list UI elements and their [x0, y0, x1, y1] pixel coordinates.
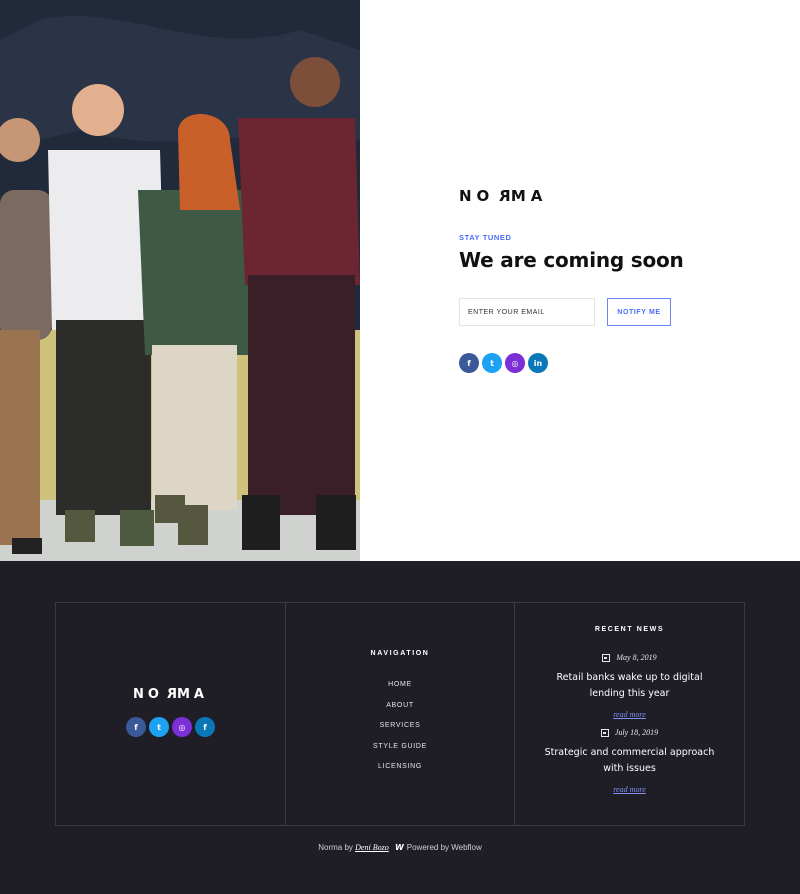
footer-navigation-column: NAVIGATION HOME ABOUT SERVICES STYLE GUI…: [286, 603, 515, 825]
footer-credits: Norma by Deni Bozo W Powered by Webflow: [0, 843, 800, 852]
calendar-icon: [600, 728, 609, 737]
stay-tuned-label: STAY TUNED: [459, 233, 512, 242]
team-photo-illustration: [0, 0, 360, 561]
news-date-text: May 8, 2019: [616, 653, 657, 662]
credits-prefix: Norma by: [318, 843, 353, 852]
news-date-text: July 18, 2019: [614, 728, 659, 737]
twitter-icon[interactable]: t: [482, 353, 502, 373]
notify-form: NOTIFY ME: [459, 298, 759, 326]
norma-logo[interactable]: NORMA: [459, 187, 759, 205]
footer-brand-column: NORMA f t ◎ f: [56, 603, 286, 825]
linkedin-icon[interactable]: in: [528, 353, 548, 373]
read-more-link[interactable]: read more: [613, 710, 646, 719]
footer-social-links: f t ◎ f: [56, 717, 285, 737]
hero-section: NORMA STAY TUNED We are coming soon NOTI…: [0, 0, 800, 561]
news-date: May 8, 2019: [515, 653, 744, 662]
nav-item-about[interactable]: ABOUT: [286, 702, 514, 723]
hero-team-photo: [0, 0, 360, 561]
logo-mirrored-r: R: [494, 187, 511, 205]
logo-mirrored-r: R: [162, 687, 177, 702]
nav-item-style-guide[interactable]: STYLE GUIDE: [286, 743, 514, 764]
nav-item-services[interactable]: SERVICES: [286, 722, 514, 743]
footer-grid: NORMA f t ◎ f NAVIGATION HOME ABOUT SERV…: [55, 602, 745, 826]
recent-news-heading: RECENT NEWS: [594, 626, 665, 633]
coming-soon-panel: NORMA STAY TUNED We are coming soon NOTI…: [459, 187, 759, 373]
hero-social-links: f t ◎ in: [459, 353, 759, 373]
facebook-icon[interactable]: f: [459, 353, 479, 373]
news-date: July 18, 2019: [515, 728, 744, 737]
email-input[interactable]: [459, 298, 595, 326]
facebook-icon[interactable]: f: [195, 717, 215, 737]
news-item: May 8, 2019 Retail banks wake up to digi…: [515, 653, 744, 722]
footer-nav-list: HOME ABOUT SERVICES STYLE GUIDE LICENSIN…: [286, 681, 514, 784]
powered-by-link[interactable]: Powered by Webflow: [407, 843, 482, 852]
footer-norma-logo[interactable]: NORMA: [56, 687, 285, 702]
news-title[interactable]: Strategic and commercial approach with i…: [542, 745, 717, 777]
webflow-icon: W: [394, 843, 404, 852]
calendar-icon: [602, 653, 611, 662]
logo-text-end: MA: [176, 687, 208, 702]
navigation-heading: NAVIGATION: [370, 650, 430, 657]
logo-text-start: NO: [459, 187, 495, 205]
news-item: July 18, 2019 Strategic and commercial a…: [515, 728, 744, 797]
facebook-icon[interactable]: f: [126, 717, 146, 737]
read-more-link[interactable]: read more: [613, 785, 646, 794]
nav-item-licensing[interactable]: LICENSING: [286, 763, 514, 784]
news-title[interactable]: Retail banks wake up to digital lending …: [542, 670, 717, 702]
instagram-icon[interactable]: ◎: [505, 353, 525, 373]
nav-item-home[interactable]: HOME: [286, 681, 514, 702]
logo-text-start: NO: [133, 687, 163, 702]
site-footer: NORMA f t ◎ f NAVIGATION HOME ABOUT SERV…: [0, 561, 800, 894]
logo-text-end: MA: [510, 187, 548, 205]
instagram-icon[interactable]: ◎: [172, 717, 192, 737]
footer-news-column: RECENT NEWS May 8, 2019 Retail banks wak…: [515, 603, 744, 825]
author-link[interactable]: Deni Bozo: [355, 843, 389, 852]
twitter-icon[interactable]: t: [149, 717, 169, 737]
notify-me-button[interactable]: NOTIFY ME: [607, 298, 671, 326]
page-title: We are coming soon: [459, 248, 684, 272]
